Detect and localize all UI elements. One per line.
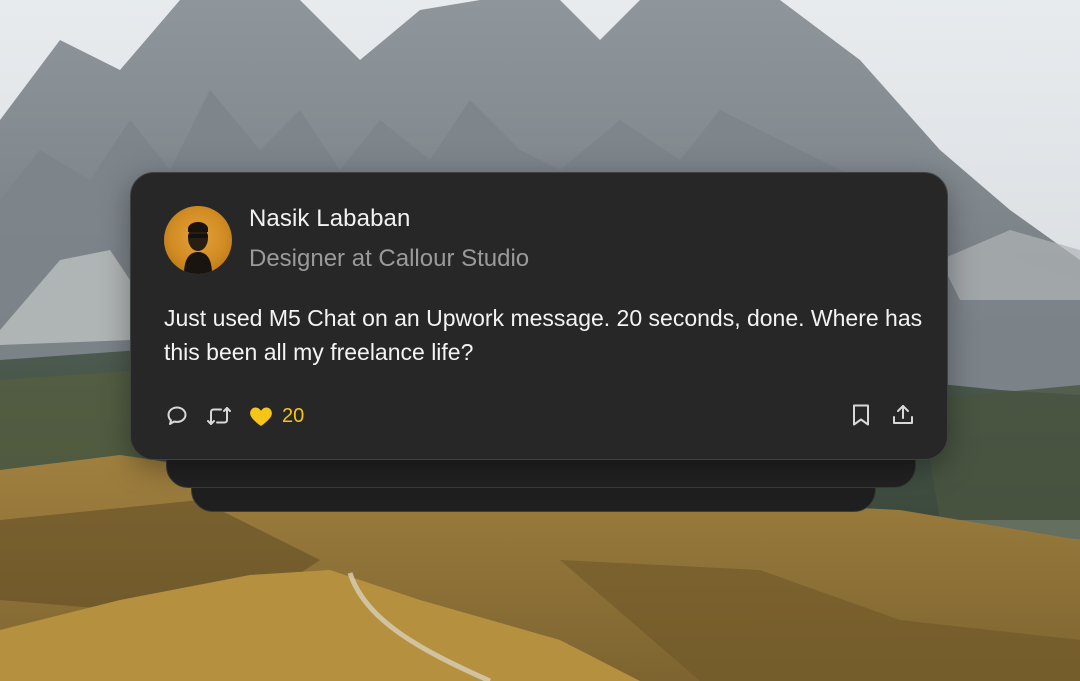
heart-icon (248, 403, 274, 429)
person-silhouette-icon (184, 222, 212, 274)
author-title: Designer at Callour Studio (249, 245, 530, 272)
comment-icon[interactable] (164, 403, 190, 429)
like-button[interactable]: 20 (248, 403, 304, 429)
like-count: 20 (282, 404, 305, 427)
avatar[interactable] (164, 206, 232, 274)
post-actions: 20 (164, 402, 304, 430)
testimonial-card: Nasik Lababan Designer at Callour Studio… (130, 172, 948, 460)
post-secondary-actions (832, 402, 916, 428)
bookmark-icon[interactable] (848, 402, 874, 428)
post-body-text: Just used M5 Chat on an Upwork message. … (164, 305, 923, 365)
repost-icon[interactable] (206, 403, 232, 429)
author-name[interactable]: Nasik Lababan (249, 205, 410, 233)
background-scene: Nasik Lababan Designer at Callour Studio… (0, 0, 1080, 681)
share-icon[interactable] (890, 402, 916, 428)
